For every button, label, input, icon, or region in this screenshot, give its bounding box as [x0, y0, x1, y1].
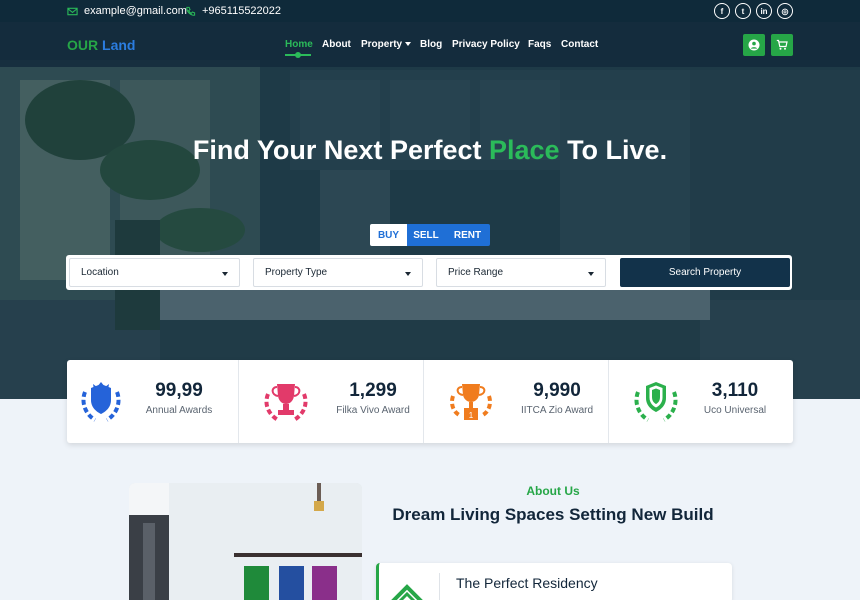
stat-value: 9,990 — [533, 380, 581, 401]
tab-rent[interactable]: RENT — [445, 224, 490, 246]
brand-logo[interactable]: OUR Land — [67, 37, 135, 53]
email-text: example@gmail.com — [84, 5, 187, 17]
user-button[interactable] — [743, 34, 765, 56]
mail-icon — [67, 7, 78, 15]
chevron-down-icon — [405, 42, 412, 47]
stat-label: Uco Universal — [703, 405, 767, 416]
nav-property-label: Property — [361, 39, 403, 50]
stat-value: 99,99 — [155, 380, 203, 401]
caret-down-icon — [588, 272, 594, 276]
nav-property[interactable]: Property — [361, 39, 412, 50]
price-range-select-label: Price Range — [448, 267, 504, 278]
nav-blog[interactable]: Blog — [420, 39, 442, 50]
user-icon — [748, 39, 760, 51]
stat-label: Filka Vivo Award — [336, 405, 410, 416]
brand-part-land: Land — [102, 37, 136, 53]
caret-down-icon — [222, 272, 228, 276]
twitter-icon[interactable]: t — [735, 3, 751, 19]
about-eyebrow: About Us — [526, 484, 580, 498]
phone-icon — [186, 6, 196, 16]
deal-type-tabs: BUY SELL RENT — [370, 224, 490, 246]
shield-laurel-icon — [81, 382, 121, 422]
nav-contact[interactable]: Contact — [561, 39, 598, 50]
stat-card: 99,99 Annual Awards — [67, 360, 239, 443]
brand-part-our: OUR — [67, 37, 99, 53]
facebook-icon[interactable]: f — [714, 3, 730, 19]
caret-down-icon — [405, 272, 411, 276]
location-select[interactable]: Location — [69, 258, 240, 287]
property-type-select[interactable]: Property Type — [253, 258, 423, 287]
email-contact[interactable]: example@gmail.com — [67, 5, 187, 17]
tab-buy[interactable]: BUY — [370, 224, 407, 246]
nav-active-dot — [295, 52, 301, 58]
stat-label: IITCA Zio Award — [520, 405, 594, 416]
phone-contact[interactable]: +965115522022 — [185, 5, 281, 17]
hero-title: Find Your Next Perfect Place To Live. — [0, 135, 860, 166]
stat-card: 1,299 Filka Vivo Award — [239, 360, 424, 443]
top-bar: example@gmail.com +965115522022 f t in ◎ — [0, 0, 860, 22]
stat-label: Annual Awards — [145, 405, 213, 416]
cart-icon — [776, 39, 788, 50]
instagram-icon[interactable]: ◎ — [777, 3, 793, 19]
stat-value: 1,299 — [349, 380, 397, 401]
nav-privacy-policy[interactable]: Privacy Policy — [452, 39, 520, 50]
shield-laurel-icon — [634, 382, 678, 422]
room-illustration — [129, 483, 362, 600]
nav-faqs[interactable]: Faqs — [528, 39, 551, 50]
feature-title: The Perfect Residency — [456, 575, 598, 591]
property-search-form: Location Property Type Price Range Searc… — [66, 255, 792, 290]
main-navbar: OUR Land Home About Property Blog Privac… — [0, 22, 860, 67]
trophy-first-icon: 1 — [450, 384, 492, 420]
location-select-label: Location — [81, 267, 119, 278]
stat-card: 1 9,990 IITCA Zio Award — [424, 360, 609, 443]
svg-text:1: 1 — [469, 411, 474, 420]
feature-divider — [439, 573, 440, 600]
hero-title-start: Find Your Next Perfect — [192, 135, 489, 165]
house-icon — [391, 584, 423, 600]
hero-title-highlight: Place — [489, 135, 560, 165]
property-type-select-label: Property Type — [265, 267, 328, 278]
linkedin-icon[interactable]: in — [756, 3, 772, 19]
about-room-image — [129, 483, 362, 600]
search-property-button[interactable]: Search Property — [620, 258, 790, 287]
tab-sell[interactable]: SELL — [407, 224, 445, 246]
stat-card: 3,110 Uco Universal — [609, 360, 793, 443]
stat-value: 3,110 — [711, 380, 759, 401]
about-heading: Dream Living Spaces Setting New Build — [392, 505, 714, 524]
hero-section: example@gmail.com +965115522022 f t in ◎… — [0, 0, 860, 399]
price-range-select[interactable]: Price Range — [436, 258, 606, 287]
phone-text: +965115522022 — [202, 5, 282, 17]
hero-title-end: To Live. — [559, 135, 668, 165]
stats-bar: 99,99 Annual Awards 1,299 Filka Vivo Awa… — [67, 360, 793, 443]
cart-button[interactable] — [771, 34, 793, 56]
nav-home[interactable]: Home — [285, 39, 313, 50]
trophy-laurel-icon — [264, 384, 308, 422]
nav-about[interactable]: About — [322, 39, 351, 50]
feature-card[interactable]: The Perfect Residency — [376, 563, 732, 600]
